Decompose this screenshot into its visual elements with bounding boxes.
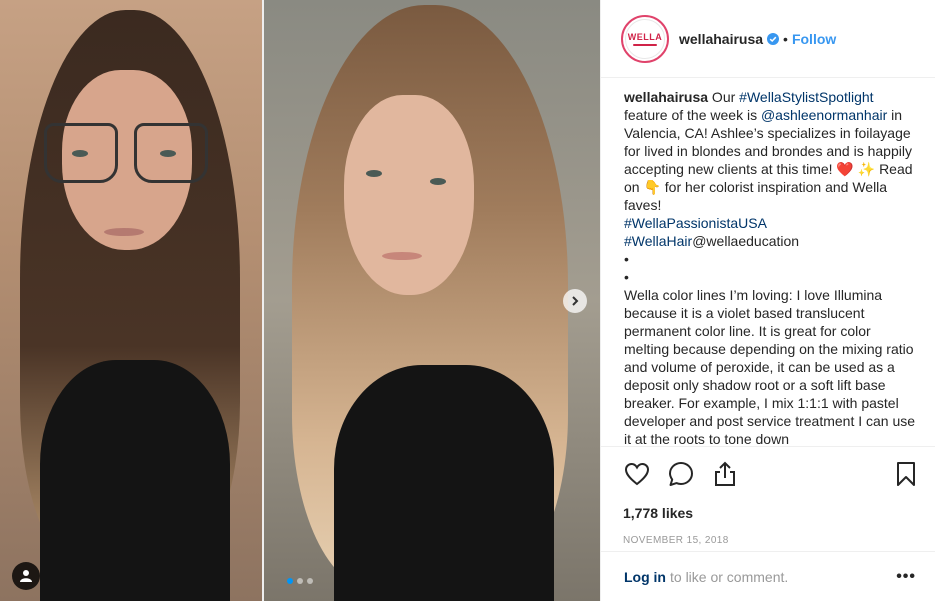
avatar-text: WELLA [627,31,663,42]
post-date[interactable]: NOVEMBER 15, 2018 [623,535,920,546]
caption: wellahairusa Our #WellaStylistSpotlight … [624,89,916,447]
user-tag-button[interactable] [12,562,40,590]
verified-badge-icon [767,32,780,45]
carousel-indicator [287,578,313,584]
black-top [40,360,230,601]
carousel-dot [307,578,313,584]
hashtag-link[interactable]: #WellaPassionistaUSA [624,215,767,231]
login-prompt-text: to like or comment. [670,568,789,585]
face [344,95,474,295]
bookmark-icon[interactable] [892,460,920,488]
mention-link[interactable]: @ashleenormanhair [761,107,887,123]
user-tag-icon [20,570,32,582]
caption-area: wellahairusa Our #WellaStylistSpotlight … [624,88,919,448]
follow-button[interactable]: Follow [792,31,836,47]
carousel-dot [297,578,303,584]
post-sidebar: WELLA wellahairusa • Follow wellahairusa… [600,0,935,601]
caption-username[interactable]: wellahairusa [624,89,708,105]
post-media[interactable] [0,0,600,601]
likes-count[interactable]: 1,778 likes [623,505,920,521]
more-options-button[interactable]: ••• [896,568,916,586]
separator-dot: • [783,30,788,47]
username-link[interactable]: wellahairusa [679,31,763,47]
carousel-next-button[interactable] [563,289,587,313]
hashtag-link[interactable]: #WellaStylistSpotlight [739,89,873,105]
black-top [334,365,554,601]
after-photo [264,0,600,601]
carousel-dot [287,578,293,584]
share-icon[interactable] [711,460,739,488]
heart-icon[interactable] [623,460,651,488]
hashtag-link[interactable]: #WellaHair [624,233,692,249]
login-bar: Log in to like or comment. ••• [601,551,935,601]
before-photo [0,0,262,601]
wella-logo: WELLA [625,18,665,59]
login-link[interactable]: Log in [624,569,666,585]
avatar[interactable]: WELLA [621,14,669,63]
post-header: WELLA wellahairusa • Follow [601,0,935,78]
comment-icon[interactable] [667,460,695,488]
chevron-right-icon [572,296,579,306]
action-bar: 1,778 likes NOVEMBER 15, 2018 [601,446,935,546]
